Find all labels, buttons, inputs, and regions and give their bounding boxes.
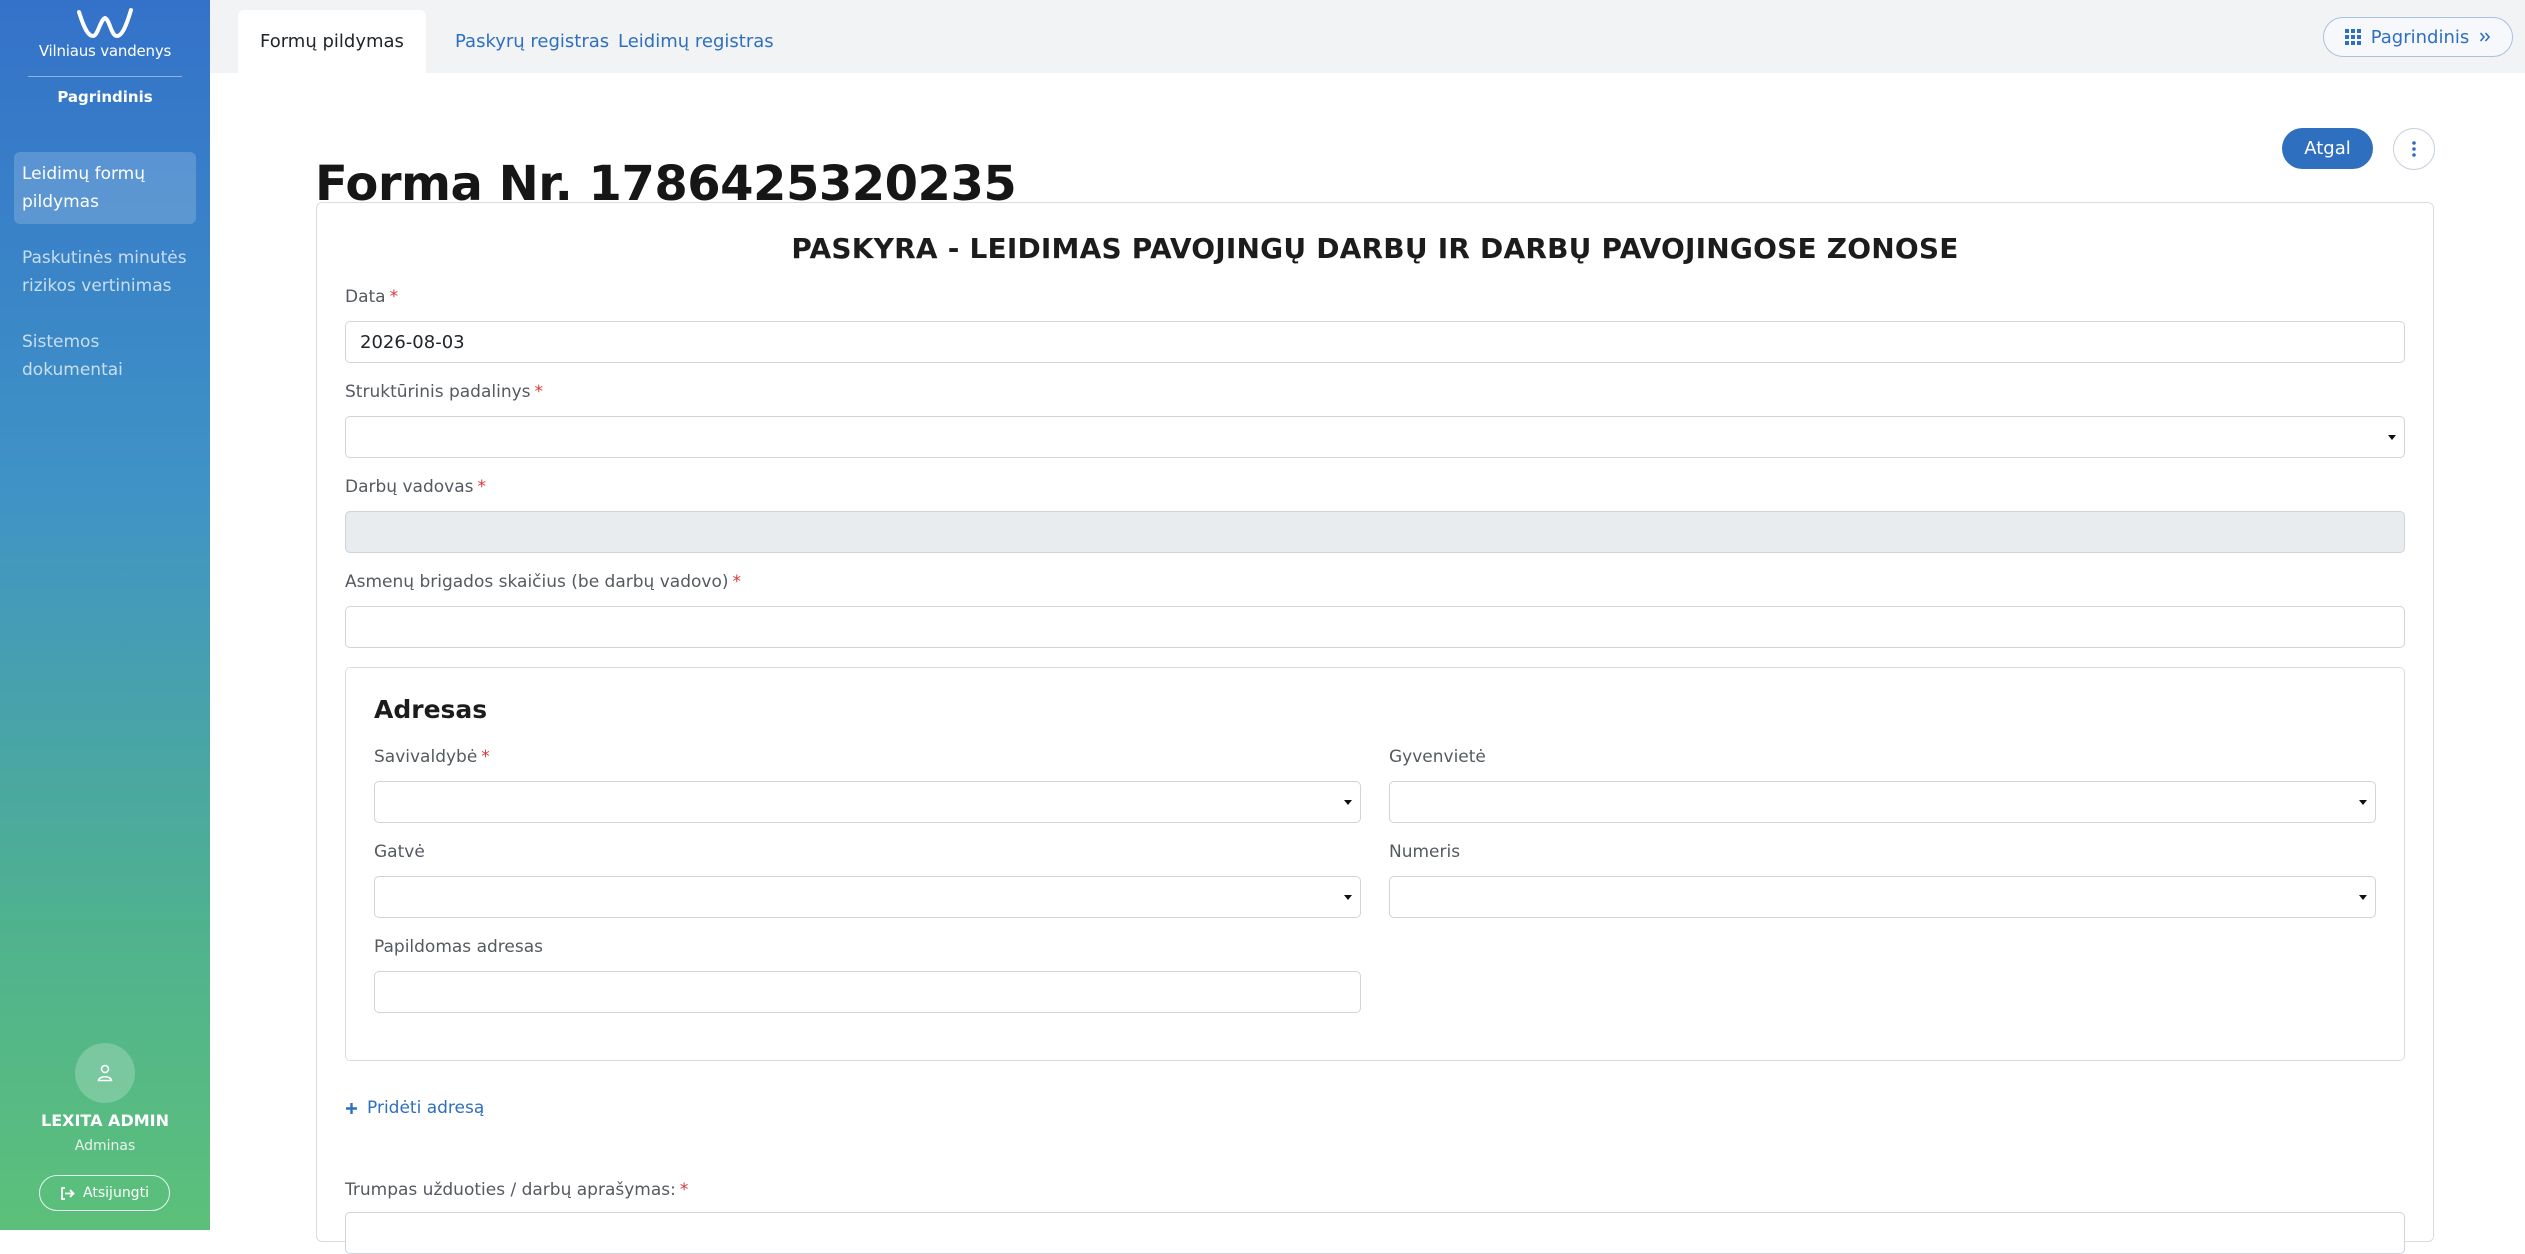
caret-down-icon (1344, 800, 1352, 805)
add-address-link[interactable]: Pridėti adresą (345, 1098, 484, 1118)
brigade-label: Asmenų brigados skaičius (be darbų vadov… (345, 572, 741, 592)
brand-logo[interactable]: Vilniaus vandenys (0, 6, 210, 60)
home-button-label: Pagrindinis (2370, 26, 2470, 48)
manager-label: Darbų vadovas * (345, 477, 486, 497)
top-bar: Formų pildymas Paskyrų registras Leidimų… (210, 0, 2525, 73)
more-options-button[interactable] (2393, 128, 2435, 170)
logout-label: Atsijungti (83, 1185, 149, 1201)
user-role: Adminas (74, 1138, 136, 1154)
municipality-label: Savivaldybė * (374, 747, 490, 767)
tab-label: Leidimų registras (618, 31, 774, 52)
address-title: Adresas (374, 695, 488, 724)
date-field[interactable]: 2026-08-03 (345, 321, 2405, 363)
description-label-text: Trumpas užduoties / darbų aprašymas: (345, 1180, 676, 1200)
required-marker: * (679, 1180, 689, 1200)
date-label: Data * (345, 287, 398, 307)
unit-label: Struktūrinis padalinys * (345, 382, 543, 402)
date-label-text: Data (345, 287, 386, 307)
brand-subtitle: Pagrindinis (57, 88, 153, 106)
caret-down-icon (2388, 435, 2396, 440)
settlement-label-text: Gyvenvietė (1389, 747, 1486, 767)
logout-button[interactable]: Atsijungti (39, 1175, 170, 1211)
description-label: Trumpas užduoties / darbų aprašymas: * (345, 1180, 688, 1200)
number-label: Numeris (1389, 842, 1460, 862)
brigade-label-text: Asmenų brigados skaičius (be darbų vadov… (345, 572, 729, 592)
settlement-select[interactable] (1389, 781, 2376, 823)
sidebar-item-label: Sistemos (22, 332, 100, 352)
street-label: Gatvė (374, 842, 425, 862)
tab-label: Paskyrų registras (455, 31, 610, 52)
sidebar-item-label: Leidimų formų (22, 164, 146, 184)
extra-address-field[interactable] (374, 971, 1361, 1013)
settlement-label: Gyvenvietė (1389, 747, 1486, 767)
manager-field (345, 511, 2405, 553)
brand-name: Vilniaus vandenys (38, 42, 172, 60)
extra-address-label: Papildomas adresas (374, 937, 543, 957)
tab-label: Formų pildymas (260, 31, 404, 52)
brand-divider (28, 76, 182, 77)
tab-form-filling[interactable]: Formų pildymas (238, 10, 426, 73)
caret-down-icon (1344, 895, 1352, 900)
plus-icon (346, 1102, 357, 1114)
vilniaus-vandenys-logo-icon (77, 8, 133, 39)
home-button[interactable]: Pagrindinis (2323, 17, 2513, 57)
sign-out-icon (61, 1186, 75, 1200)
required-marker: * (477, 477, 486, 497)
back-button-label: Atgal (2304, 138, 2351, 159)
required-marker: * (534, 382, 544, 402)
double-chevron-right-icon (2480, 32, 2491, 42)
unit-select[interactable] (345, 416, 2405, 458)
user-icon (97, 1064, 113, 1082)
street-select[interactable] (374, 876, 1361, 918)
sidebar-item-system-documents[interactable]: Sistemos dokumentai (14, 320, 196, 392)
date-value: 2026-08-03 (360, 331, 465, 353)
sidebar-item-permit-forms[interactable]: Leidimų formų pildymas (14, 152, 196, 224)
caret-down-icon (2359, 800, 2367, 805)
add-address-label: Pridėti adresą (367, 1098, 485, 1118)
brigade-count-field[interactable] (345, 606, 2405, 648)
number-select[interactable] (1389, 876, 2376, 918)
sidebar: Vilniaus vandenys Pagrindinis Leidimų fo… (0, 0, 210, 1230)
avatar[interactable] (75, 1043, 135, 1103)
required-marker: * (732, 572, 742, 592)
manager-label-text: Darbų vadovas (345, 477, 474, 497)
unit-label-text: Struktūrinis padalinys (345, 382, 531, 402)
grid-icon (2344, 29, 2361, 45)
sidebar-item-risk-assessment[interactable]: Paskutinės minutės rizikos vertinimas (14, 236, 196, 308)
user-name: LEXITA ADMIN (41, 1111, 169, 1130)
extra-address-label-text: Papildomas adresas (374, 937, 543, 957)
municipality-select[interactable] (374, 781, 1361, 823)
sidebar-item-label: Paskutinės minutės (22, 248, 187, 268)
vertical-ellipsis-icon (2412, 141, 2416, 157)
sidebar-item-label: pildymas (22, 192, 99, 212)
required-marker: * (481, 747, 490, 767)
sidebar-item-label: rizikos vertinimas (22, 276, 172, 296)
street-label-text: Gatvė (374, 842, 425, 862)
municipality-label-text: Savivaldybė (374, 747, 478, 767)
form-heading: PASKYRA - LEIDIMAS PAVOJINGŲ DARBŲ IR DA… (791, 232, 1959, 265)
required-marker: * (389, 287, 399, 307)
back-button[interactable]: Atgal (2282, 128, 2373, 169)
number-label-text: Numeris (1389, 842, 1461, 862)
tab-permit-registry[interactable]: Leidimų registras (596, 10, 796, 73)
description-field[interactable] (345, 1212, 2405, 1254)
sidebar-item-label: dokumentai (22, 360, 123, 380)
caret-down-icon (2359, 895, 2367, 900)
